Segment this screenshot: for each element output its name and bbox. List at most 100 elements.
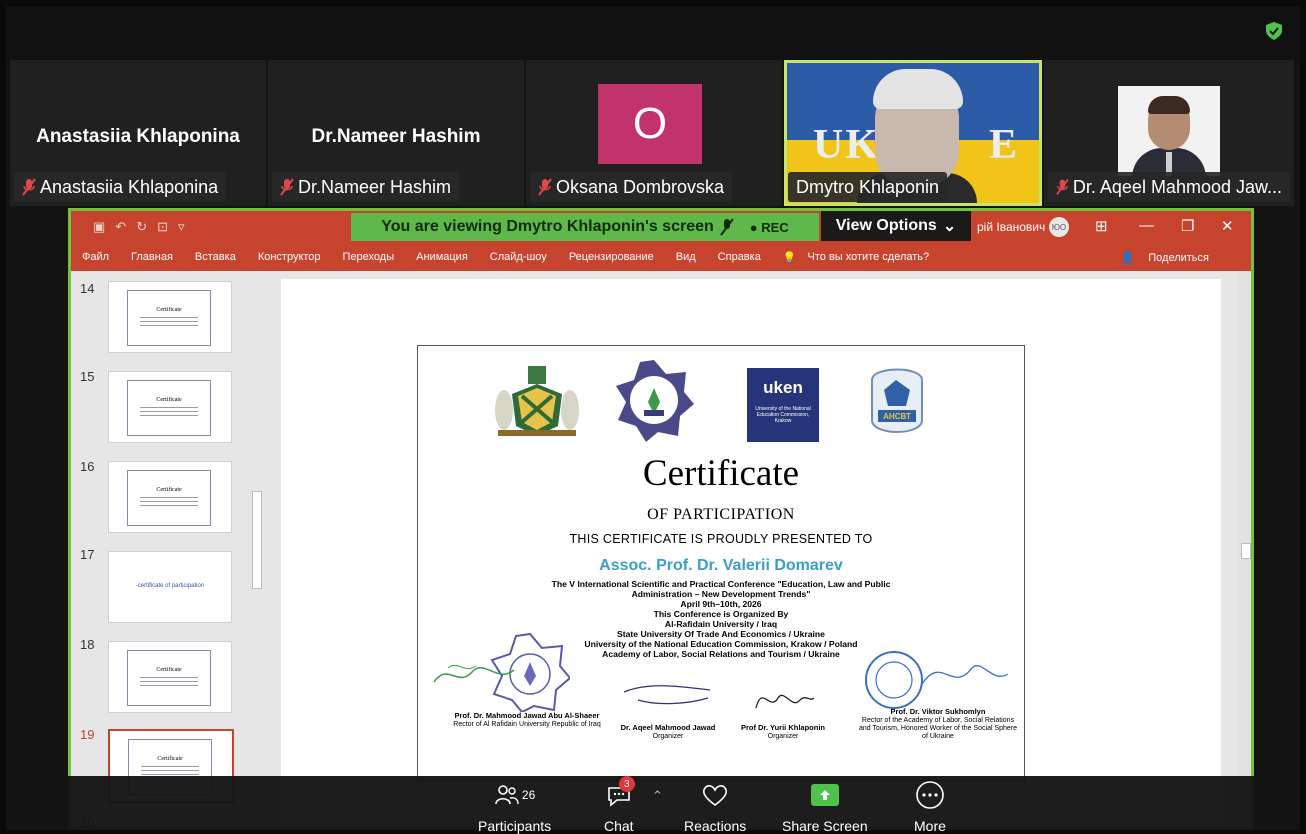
participant-tile[interactable]: Anastasiia Khlaponina Anastasiia Khlapon… (10, 60, 266, 206)
participant-tile[interactable]: O Oksana Dombrovska (526, 60, 782, 206)
customize-icon[interactable]: ▿ (178, 219, 185, 235)
close-icon[interactable]: ✕ (1221, 217, 1234, 235)
ppt-ribbon: Файл Главная Вставка Конструктор Переход… (71, 243, 1251, 271)
ribbon-tab[interactable]: Вид (676, 251, 696, 263)
participant-label: Anastasiia Khlaponina (40, 176, 219, 197)
meeting-top-bar (6, 6, 1300, 64)
minimize-icon[interactable]: — (1139, 217, 1154, 234)
slide: uken University of the National Educatio… (281, 279, 1221, 827)
undo-icon[interactable]: ↶ (115, 219, 126, 235)
thumb-title: Certificate (156, 397, 182, 403)
encryption-shield-icon[interactable] (1266, 22, 1282, 40)
viewing-banner: You are viewing Dmytro Khlaponin's scree… (351, 213, 819, 241)
share-screen-button[interactable]: Share Screen (782, 780, 868, 834)
chat-label: Chat (604, 818, 634, 834)
share-screen-label: Share Screen (782, 818, 868, 834)
slide-number: 17 (80, 547, 95, 562)
ribbon-tab[interactable]: Вставка (195, 251, 236, 263)
certificate-recipient: Assoc. Prof. Dr. Valerii Domarev (599, 557, 843, 574)
reactions-button[interactable]: Reactions (684, 780, 746, 834)
slide-thumbnail[interactable]: -certificate of participation (108, 551, 232, 623)
slide-thumbnail[interactable]: Certificate (108, 641, 232, 713)
thumbnail-scrollbar[interactable] (249, 271, 263, 827)
more-button[interactable]: More (914, 780, 946, 834)
redo-icon[interactable]: ↻ (136, 219, 147, 235)
slide-thumbnail[interactable]: Certificate (108, 371, 232, 443)
signature-black (755, 694, 815, 709)
academy-seal-stamp (865, 651, 1009, 709)
ribbon-tab[interactable]: Рецензирование (569, 251, 654, 263)
signature-blue (623, 685, 711, 705)
ribbon-tab[interactable]: Слайд-шоу (490, 251, 547, 263)
thumb-title: Certificate (156, 667, 182, 673)
share-screen-icon (810, 784, 839, 806)
participant-strip: Anastasiia Khlaponina Anastasiia Khlapon… (10, 60, 1294, 206)
ribbon-tab[interactable]: Файл (82, 251, 109, 263)
certificate-title: Certificate (642, 453, 800, 494)
slide-thumbnail[interactable]: Certificate (108, 461, 232, 533)
video-background-text: E (988, 122, 1017, 168)
coat-of-arms-logo (495, 366, 579, 436)
participant-name-label: Dr. Aqeel Mahmood Jaw... (1048, 172, 1290, 202)
certificate: uken University of the National Educatio… (417, 345, 1025, 781)
heart-icon (703, 785, 728, 806)
chat-button[interactable]: 3 Chat (604, 776, 635, 834)
muted-mic-icon (1056, 179, 1069, 195)
participant-name-label: Anastasiia Khlaponina (14, 172, 227, 202)
thumb-title: Certificate (157, 756, 183, 762)
participants-count: 26 (521, 788, 536, 802)
muted-mic-icon (280, 178, 294, 196)
quick-access-toolbar: ▣ ↶ ↻ ⊡ ▿ (93, 219, 185, 235)
participant-tile[interactable]: Dr.Nameer Hashim Dr.Nameer Hashim (268, 60, 524, 206)
chevron-up-icon: ⌃ (652, 788, 663, 803)
ansbt-logo: АНСВТ (871, 368, 923, 433)
tell-me-input[interactable]: Что вы хотите сделать? (808, 251, 930, 263)
view-options-button[interactable]: View Options ⌄ (821, 211, 971, 241)
participant-tile[interactable]: Dr. Aqeel Mahmood Jaw... (1044, 60, 1294, 206)
ribbon-tab[interactable]: Анимация (416, 251, 468, 263)
slide-scrollbar[interactable] (1239, 271, 1251, 827)
more-label: More (914, 818, 946, 834)
participant-name-label: Dmytro Khlaponin (788, 172, 948, 202)
participants-label: Participants (478, 818, 552, 834)
participants-button[interactable]: 26 Participants (478, 780, 551, 834)
chat-options-caret[interactable]: ⌃ (652, 788, 663, 804)
participant-label: Dr.Nameer Hashim (298, 176, 452, 197)
signature-block: Prof Dr. Yurii Khlaponin Organizer (740, 723, 826, 741)
ppt-user-name: рій Іванович (977, 220, 1046, 234)
signature-block: Prof. Dr. Mahmood Jawad Abu Al-Shaeer Rec… (453, 711, 601, 729)
slide-number: 19 (80, 727, 95, 742)
thumb-title: Certificate (156, 487, 182, 493)
thumb-title: Certificate (156, 307, 182, 313)
restore-icon[interactable]: ❐ (1181, 217, 1194, 235)
slide-number: 15 (80, 369, 95, 384)
certificate-subtitle: OF PARTICIPATION (647, 506, 795, 523)
ribbon-tab[interactable]: Справка (718, 251, 761, 263)
active-speaker-tile[interactable]: UK E Dmytro Khlaponin (784, 60, 1042, 206)
certificate-presented: THIS CERTIFICATE IS PROUDLY PRESENTED TO (569, 532, 873, 546)
chat-badge: 3 (618, 776, 635, 792)
ppt-share-button[interactable]: 👤 Поделиться (1120, 251, 1220, 264)
save-icon[interactable]: ▣ (93, 219, 105, 235)
avatar[interactable]: ЮО (1049, 217, 1069, 237)
presentation-icon[interactable]: ⊡ (157, 219, 168, 235)
slide-number: 14 (80, 281, 95, 296)
signature-block: Dr. Aqeel Mahmood Jawad Organizer (620, 723, 716, 741)
ribbon-tab[interactable]: Переходы (343, 251, 395, 263)
reactions-label: Reactions (684, 818, 747, 834)
slide-thumbnail[interactable]: Certificate (108, 281, 232, 353)
ribbon-tab[interactable]: Конструктор (258, 251, 321, 263)
slide-canvas[interactable]: uken University of the National Educatio… (263, 271, 1243, 827)
avatar: O (598, 84, 702, 164)
ansbt-logo-text: АНСВТ (883, 412, 911, 421)
uken-logo: uken University of the National Educatio… (747, 368, 819, 442)
ribbon-tab[interactable]: Главная (131, 251, 173, 263)
recording-indicator: ● REC (749, 219, 789, 235)
slide-number: 16 (80, 459, 95, 474)
ribbon-display-icon[interactable]: ⊞ (1095, 217, 1108, 235)
participant-label: Dr. Aqeel Mahmood Jaw... (1072, 176, 1282, 197)
shared-screen[interactable]: ▣ ↶ ↻ ⊡ ▿ рій Іванович ЮО ⊞ — ❐ ✕ You ar… (68, 208, 1254, 830)
video-background-text: UK (813, 122, 880, 168)
signature-green (433, 664, 515, 683)
participant-big-name: Anastasiia Khlaponina (36, 126, 240, 147)
